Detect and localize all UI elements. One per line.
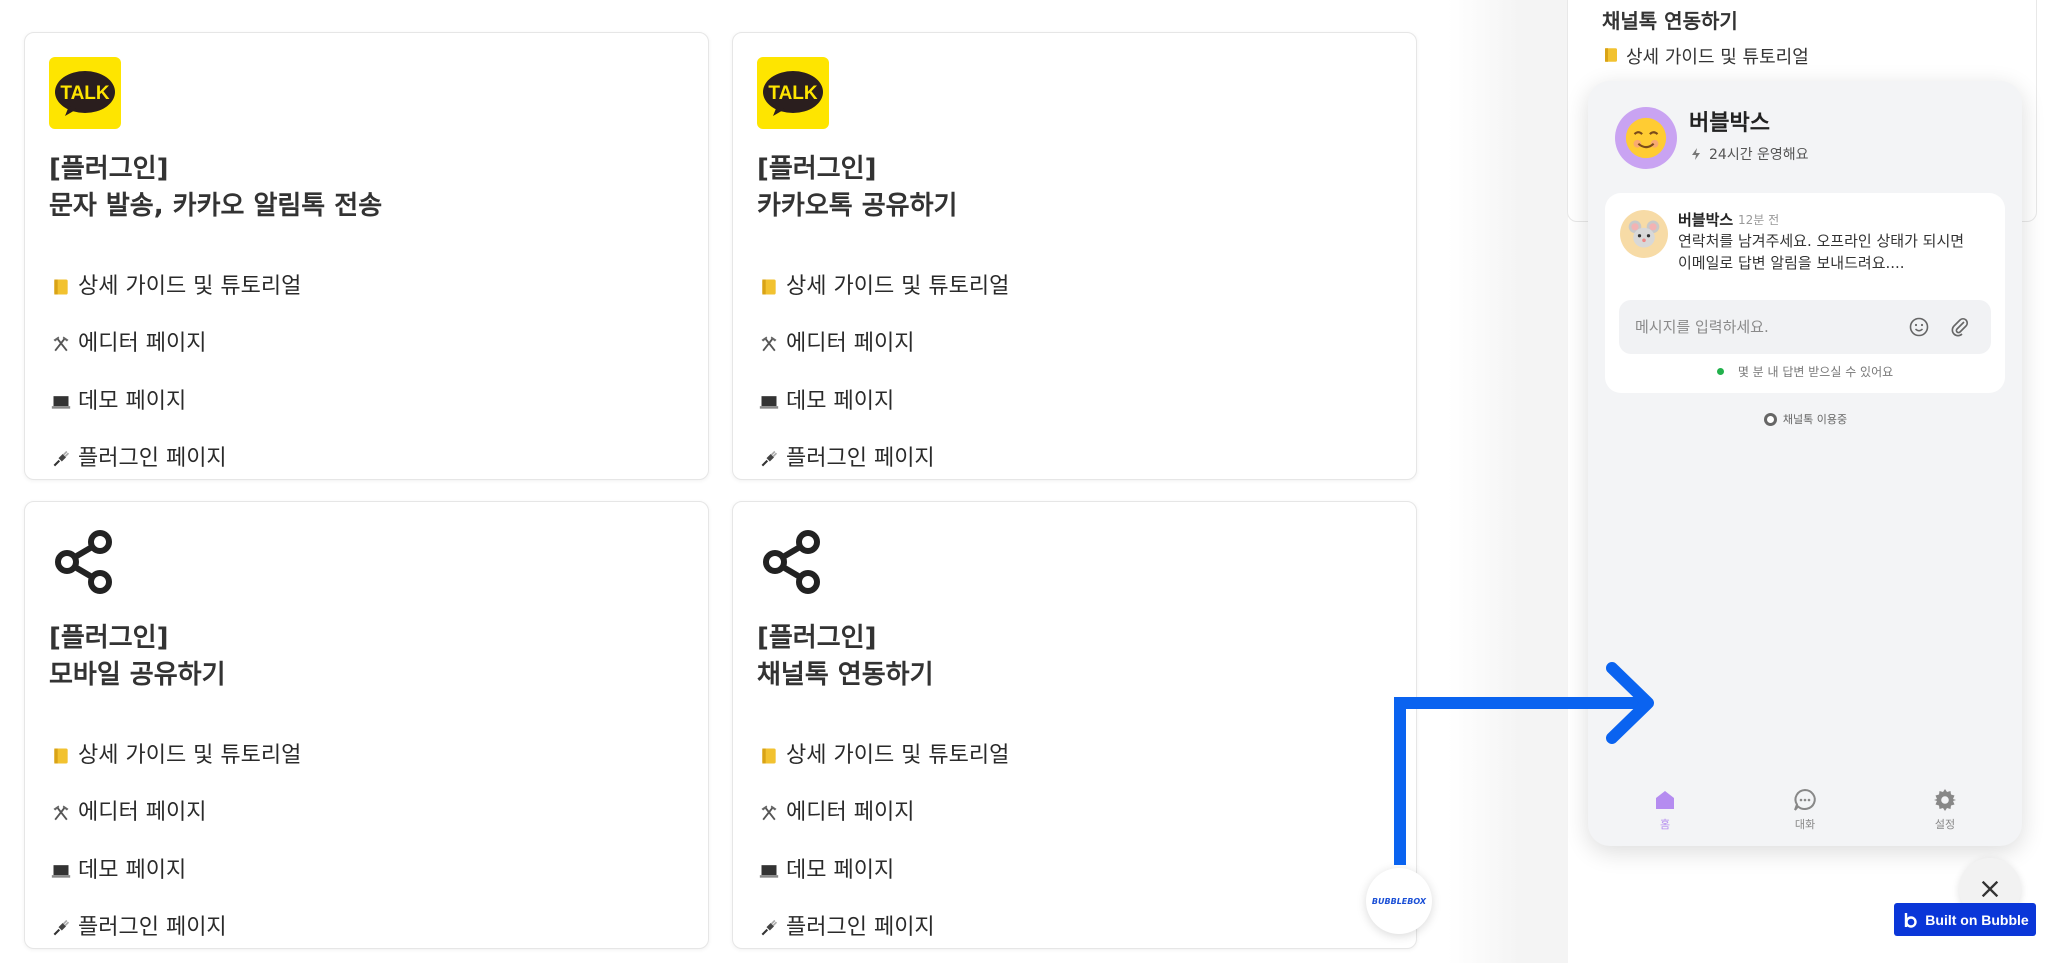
channeltalk-icon — [1763, 412, 1777, 426]
plugin-card-mobile-share: [플러그인] 모바일 공유하기 상세 가이드 및 튜토리얼 에디터 페이지 데모… — [24, 501, 709, 949]
share-icon — [49, 526, 121, 598]
editor-link[interactable]: 에디터 페이지 — [757, 329, 914, 359]
widget-backdrop-fade — [1448, 0, 1568, 963]
operating-hours: 24시간 운영해요 — [1689, 144, 1809, 164]
chat-icon — [1794, 788, 1816, 811]
card-title: 모바일 공유하기 — [49, 660, 226, 690]
message-time: 12분 전 — [1738, 213, 1780, 227]
card-kicker: [플러그인] — [49, 623, 169, 653]
hammer-pick-icon — [49, 801, 73, 825]
card-kicker: [플러그인] — [757, 623, 877, 653]
reply-time-note: 몇 분 내 답변 받으실 수 있어요 — [1605, 363, 2005, 380]
plug-icon — [49, 447, 73, 471]
message-input[interactable] — [1635, 300, 1895, 354]
kakaotalk-logo-icon: TALK — [49, 57, 121, 129]
share-icon — [757, 526, 829, 598]
background-card-title: 채널톡 연동하기 — [1602, 9, 1738, 33]
plugin-link[interactable]: 플러그인 페이지 — [49, 913, 227, 943]
built-on-bubble-badge[interactable]: Built on Bubble — [1894, 903, 2036, 936]
plug-icon — [757, 447, 781, 471]
demo-link[interactable]: 데모 페이지 — [49, 856, 186, 886]
svg-text:TALK: TALK — [60, 83, 110, 104]
card-title: 채널톡 연동하기 — [757, 660, 934, 690]
hammer-pick-icon — [757, 332, 781, 356]
laptop-icon — [49, 390, 73, 414]
ledger-icon — [49, 275, 73, 299]
ledger-icon — [1602, 46, 1622, 66]
ledger-icon — [757, 275, 781, 299]
card-kicker: [플러그인] — [49, 154, 169, 184]
card-title: 카카오톡 공유하기 — [757, 191, 958, 221]
smiling-face-avatar-icon — [1615, 107, 1677, 169]
nav-settings[interactable]: 설정 — [1915, 787, 1975, 832]
kakaotalk-logo-icon: TALK — [757, 57, 829, 129]
editor-link[interactable]: 에디터 페이지 — [49, 798, 206, 828]
demo-link[interactable]: 데모 페이지 — [757, 387, 894, 417]
plugin-card-sms-alimtalk: TALK [플러그인] 문자 발송, 카카오 알림톡 전송 상세 가이드 및 튜… — [24, 32, 709, 480]
card-title: 문자 발송, 카카오 알림톡 전송 — [49, 191, 383, 221]
plugin-link[interactable]: 플러그인 페이지 — [757, 444, 935, 474]
hammer-pick-icon — [49, 332, 73, 356]
demo-link[interactable]: 데모 페이지 — [49, 387, 186, 417]
online-status-dot — [1716, 368, 1724, 375]
nav-chat[interactable]: 대화 — [1775, 787, 1835, 832]
lightning-icon — [1692, 148, 1700, 160]
demo-link[interactable]: 데모 페이지 — [757, 856, 894, 886]
laptop-icon — [757, 859, 781, 883]
bubblebox-launcher-button[interactable]: BUBBLEBOX — [1366, 868, 1432, 934]
plug-icon — [757, 916, 781, 940]
guide-link[interactable]: 상세 가이드 및 튜토리얼 — [49, 741, 301, 771]
message-input-box — [1619, 300, 1991, 354]
svg-text:TALK: TALK — [768, 83, 818, 104]
widget-team-name: 버블박스 — [1689, 111, 1770, 136]
ledger-icon — [757, 744, 781, 768]
message-sender: 버블박스 — [1678, 211, 1734, 229]
widget-bottom-nav: 홈 대화 설정 — [1588, 781, 2022, 846]
editor-link[interactable]: 에디터 페이지 — [49, 329, 206, 359]
powered-by-channeltalk[interactable]: 채널톡 이용중 — [1588, 411, 2022, 427]
laptop-icon — [49, 859, 73, 883]
plug-icon — [49, 916, 73, 940]
chat-widget: 버블박스 24시간 운영해요 버블박스 12분 전 연락처를 남겨주세요. 오프… — [1588, 81, 2022, 846]
background-guide-link[interactable]: 상세 가이드 및 튜토리얼 — [1602, 43, 1809, 69]
close-icon — [1981, 880, 1999, 898]
guide-link[interactable]: 상세 가이드 및 튜토리얼 — [757, 272, 1009, 302]
message-text: 연락처를 남겨주세요. 오프라인 상태가 되시면 이메일로 답변 알림을 보내드… — [1678, 232, 1965, 272]
message-card: 버블박스 12분 전 연락처를 남겨주세요. 오프라인 상태가 되시면 이메일로… — [1605, 193, 2005, 393]
emoji-icon[interactable] — [1908, 316, 1930, 338]
launcher-label: BUBBLEBOX — [1371, 896, 1427, 906]
gear-icon — [1934, 789, 1956, 811]
home-icon — [1656, 791, 1674, 809]
plugin-card-channeltalk: [플러그인] 채널톡 연동하기 상세 가이드 및 튜토리얼 에디터 페이지 데모… — [732, 501, 1417, 949]
laptop-icon — [757, 390, 781, 414]
editor-link[interactable]: 에디터 페이지 — [757, 798, 914, 828]
plugin-link[interactable]: 플러그인 페이지 — [49, 444, 227, 474]
nav-home[interactable]: 홈 — [1635, 787, 1695, 832]
guide-link[interactable]: 상세 가이드 및 튜토리얼 — [49, 272, 301, 302]
plugin-card-kakaotalk-share: TALK [플러그인] 카카오톡 공유하기 상세 가이드 및 튜토리얼 에디터 … — [732, 32, 1417, 480]
hammer-pick-icon — [757, 801, 781, 825]
ledger-icon — [49, 744, 73, 768]
mouse-avatar-icon — [1620, 210, 1668, 258]
card-kicker: [플러그인] — [757, 154, 877, 184]
paperclip-icon[interactable] — [1949, 316, 1971, 338]
bubble-logo-icon — [1905, 912, 1917, 928]
plugin-link[interactable]: 플러그인 페이지 — [757, 913, 935, 943]
guide-link[interactable]: 상세 가이드 및 튜토리얼 — [757, 741, 1009, 771]
